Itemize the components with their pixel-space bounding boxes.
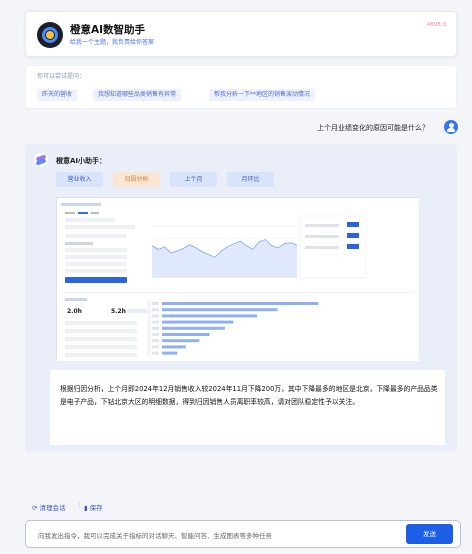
tab-revenue[interactable]: 营业收入 bbox=[56, 172, 103, 187]
bar bbox=[162, 339, 200, 343]
suggestion-chip[interactable]: 帮我分析一下**地区的销售波动情况 bbox=[209, 89, 316, 101]
tab-last-month[interactable]: 上个月 bbox=[170, 172, 217, 187]
bar bbox=[162, 333, 210, 336]
bar-label bbox=[152, 345, 159, 349]
bar-label bbox=[152, 351, 159, 355]
save-label: 保存 bbox=[89, 504, 103, 512]
bar-label bbox=[152, 326, 159, 330]
answer-text: 根据归因分析，上个月即2024年12月销售收入较2024年11月下降200万，其… bbox=[60, 385, 438, 406]
bar bbox=[162, 320, 234, 324]
toolbar-divider: | bbox=[78, 501, 81, 509]
bar-label bbox=[152, 320, 159, 324]
bar-label bbox=[152, 302, 159, 305]
clear-label: 清理会话 bbox=[39, 504, 66, 512]
assistant-avatar-icon bbox=[34, 153, 48, 167]
dashboard-preview-svg: 2.0h 5.2h bbox=[57, 198, 419, 361]
app-title: 橙意AI数智助手 bbox=[70, 24, 146, 36]
header-badge: 4698.3 bbox=[426, 22, 446, 28]
user-question: 上个月业绩变化的原因可能是什么？ bbox=[317, 124, 429, 132]
app-header: 橙意AI数智助手 给我一个主题，我负责给你答案 4698.3 bbox=[25, 11, 457, 57]
bar bbox=[162, 308, 278, 312]
dashboard-screenshot: 2.0h 5.2h bbox=[56, 197, 419, 361]
assistant-name: 橙意AI小助手： bbox=[56, 157, 107, 165]
user-avatar-icon bbox=[444, 120, 458, 134]
app-subtitle: 给我一个主题，我负责给你答案 bbox=[70, 39, 155, 46]
bar bbox=[162, 302, 319, 305]
suggestion-label: 你可以尝试提问： bbox=[37, 73, 86, 80]
suggestion-chip[interactable]: 昨天的营收 bbox=[37, 89, 78, 101]
tab-attribution[interactable]: 归因分析 bbox=[113, 172, 160, 187]
suggestion-chip[interactable]: 我想知道哪些品类销售有异常 bbox=[93, 89, 182, 101]
bar bbox=[162, 345, 186, 349]
bar bbox=[162, 326, 225, 330]
bar bbox=[162, 351, 178, 355]
bar-label bbox=[152, 333, 159, 336]
assistant-message: 橙意AI小助手： 营业收入 归因分析 上个月 月环比 2.0h 5.2h 根据归… bbox=[25, 144, 457, 452]
bar bbox=[162, 314, 258, 318]
save-button[interactable]: ▮ 保存 bbox=[84, 502, 103, 512]
app-logo-icon bbox=[37, 22, 63, 48]
bar-label bbox=[152, 308, 159, 312]
send-button[interactable]: 发送 bbox=[406, 524, 453, 544]
bar-label bbox=[152, 339, 159, 343]
tab-mom[interactable]: 月环比 bbox=[227, 172, 274, 187]
stat-value-1: 2.0h bbox=[67, 308, 82, 315]
bar-label bbox=[152, 314, 159, 318]
answer-box: 根据归因分析，上个月即2024年12月销售收入较2024年11月下降200万，其… bbox=[50, 370, 445, 445]
stat-value-2: 5.2h bbox=[111, 308, 126, 315]
clear-session-button[interactable]: ⟳ 清理会话 bbox=[32, 502, 66, 512]
suggestion-panel: 你可以尝试提问： 昨天的营收 我想知道哪些品类销售有异常 帮我分析一下**地区的… bbox=[25, 65, 457, 109]
chat-input-placeholder: 向我发出指令，我可以完成关于指标的对话聊天、智能问答、生成图表等多种任务 bbox=[38, 532, 272, 540]
chat-input[interactable]: 向我发出指令，我可以完成关于指标的对话聊天、智能问答、生成图表等多种任务 发送 bbox=[25, 520, 461, 548]
